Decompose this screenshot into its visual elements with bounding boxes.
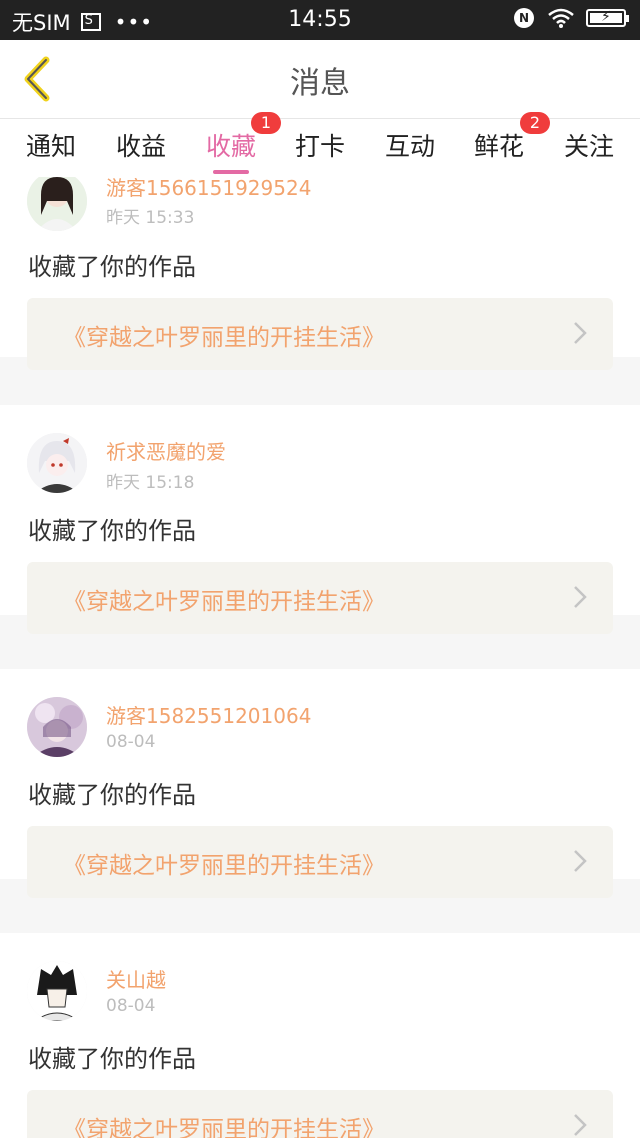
chevron-right-icon: [574, 322, 587, 344]
user-name[interactable]: 关山越: [106, 964, 166, 993]
message-date: 昨天 15:18: [106, 473, 195, 493]
flowers-badge: 2: [520, 112, 550, 134]
chevron-right-icon: [574, 850, 587, 872]
message-list: 游客1566151929524 昨天 15:33 收藏了你的作品 《穿越之叶罗丽…: [0, 177, 640, 1138]
message-date: 昨天 15:33: [106, 208, 195, 228]
work-link[interactable]: 《穿越之叶罗丽里的开挂生活》: [27, 562, 613, 634]
message-date: 08-04: [106, 732, 156, 752]
avatar[interactable]: [27, 433, 87, 493]
avatar[interactable]: [27, 697, 87, 757]
page-title: 消息: [290, 66, 350, 101]
tab-flowers[interactable]: 鲜花: [474, 127, 524, 163]
message-card: 关山越 08-04 收藏了你的作品 《穿越之叶罗丽里的开挂生活》: [0, 933, 640, 1138]
message-card: 祈求恶魔的爱 昨天 15:18 收藏了你的作品 《穿越之叶罗丽里的开挂生活》: [0, 405, 640, 634]
status-bar: 无SIM S ••• 14:55 N ⚡: [0, 0, 640, 40]
chevron-right-icon: [574, 586, 587, 608]
avatar[interactable]: [27, 177, 87, 231]
message-action: 收藏了你的作品: [28, 253, 196, 281]
tab-earnings[interactable]: 收益: [116, 127, 166, 163]
avatar[interactable]: [27, 961, 87, 1021]
tab-bar: 通知 收益 收藏 打卡 互动 鲜花 关注 1 2: [0, 112, 640, 177]
work-title: 《穿越之叶罗丽里的开挂生活》: [63, 589, 385, 615]
tab-interaction[interactable]: 互动: [385, 127, 435, 163]
message-action: 收藏了你的作品: [28, 1045, 196, 1073]
work-link[interactable]: 《穿越之叶罗丽里的开挂生活》: [27, 826, 613, 898]
nfc-icon: N: [514, 8, 534, 28]
tab-notice[interactable]: 通知: [26, 127, 76, 163]
favorites-badge: 1: [251, 112, 281, 134]
tab-follow[interactable]: 关注: [564, 127, 614, 163]
work-link[interactable]: 《穿越之叶罗丽里的开挂生活》: [27, 298, 613, 370]
active-tab-indicator: [213, 170, 249, 174]
tab-checkin[interactable]: 打卡: [295, 127, 345, 163]
status-right: N ⚡: [514, 8, 629, 28]
user-name[interactable]: 游客1566151929524: [106, 177, 311, 201]
nav-header: 消息: [0, 40, 640, 119]
work-title: 《穿越之叶罗丽里的开挂生活》: [63, 325, 385, 351]
message-card: 游客1582551201064 08-04 收藏了你的作品 《穿越之叶罗丽里的开…: [0, 669, 640, 898]
message-date: 08-04: [106, 996, 156, 1016]
work-title: 《穿越之叶罗丽里的开挂生活》: [63, 1117, 385, 1138]
message-action: 收藏了你的作品: [28, 517, 196, 545]
work-link[interactable]: 《穿越之叶罗丽里的开挂生活》: [27, 1090, 613, 1138]
tab-favorites[interactable]: 收藏: [206, 127, 256, 163]
message-card: 游客1566151929524 昨天 15:33 收藏了你的作品 《穿越之叶罗丽…: [0, 177, 640, 370]
message-action: 收藏了你的作品: [28, 781, 196, 809]
user-name[interactable]: 游客1582551201064: [106, 700, 311, 729]
work-title: 《穿越之叶罗丽里的开挂生活》: [63, 853, 385, 879]
battery-icon: ⚡: [586, 9, 629, 27]
user-name[interactable]: 祈求恶魔的爱: [106, 436, 226, 465]
chevron-right-icon: [574, 1114, 587, 1136]
wifi-icon: [548, 8, 574, 28]
